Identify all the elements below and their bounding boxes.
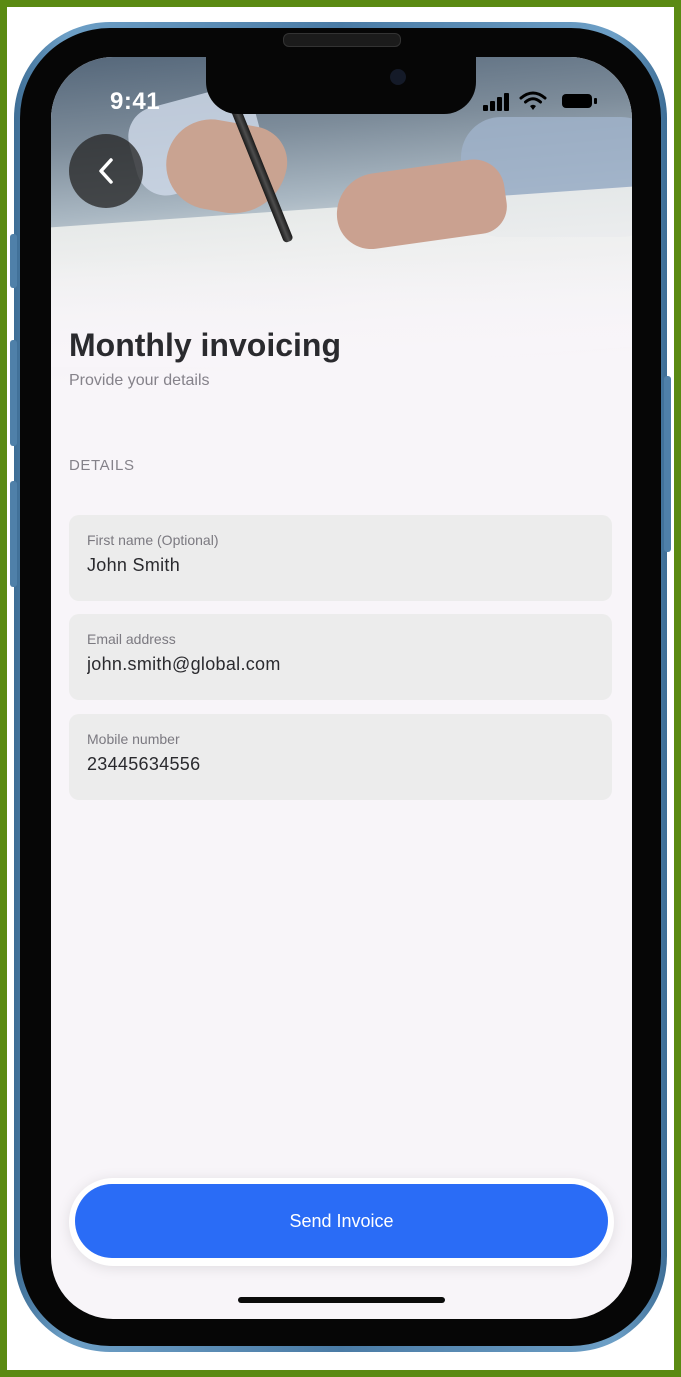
battery-icon [562,94,592,108]
wifi-icon [519,91,547,110]
page-subtitle: Provide your details [69,372,210,389]
send-button-container: Send Invoice [69,1178,614,1266]
page-title: Monthly invoicing [69,327,341,363]
first-name-label: First name (Optional) [87,532,219,548]
first-name-input[interactable] [87,555,594,576]
chevron-left-icon [99,158,113,184]
email-field[interactable]: Email address [69,614,612,700]
email-input[interactable] [87,654,594,675]
mobile-number-input[interactable] [87,754,594,775]
email-label: Email address [87,631,176,647]
home-indicator[interactable] [238,1297,445,1303]
earpiece-speaker [283,33,401,47]
power-button [664,376,671,552]
status-time: 9:41 [110,88,161,115]
send-invoice-button[interactable]: Send Invoice [75,1184,608,1258]
details-section-label: DETAILS [69,457,135,474]
silent-switch [10,234,17,288]
front-camera [390,69,406,85]
volume-down-button [10,481,17,587]
first-name-field[interactable]: First name (Optional) [69,515,612,601]
notch [206,57,476,114]
mobile-number-label: Mobile number [87,731,180,747]
mobile-number-field[interactable]: Mobile number [69,714,612,800]
battery-cap [594,98,597,104]
back-button[interactable] [69,134,143,208]
app-screen: 9:41 Monthly invoicing Provide your deta… [51,57,632,1319]
status-icons [483,91,603,111]
volume-up-button [10,340,17,446]
